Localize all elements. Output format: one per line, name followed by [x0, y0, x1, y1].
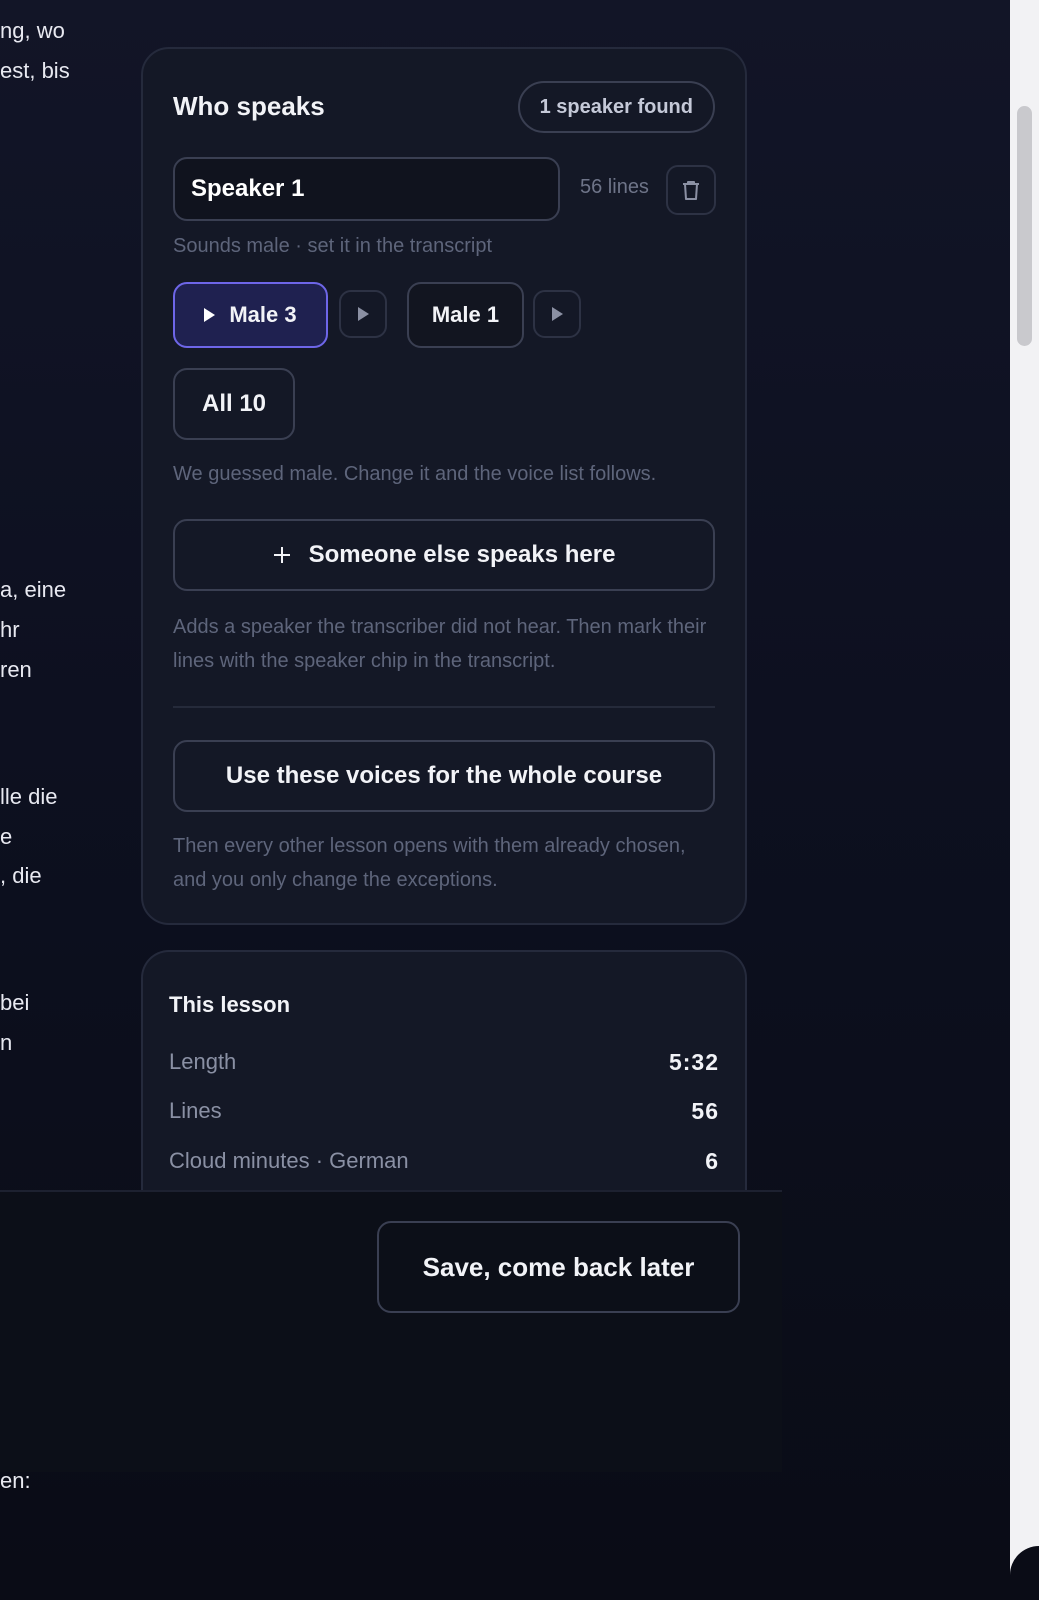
delete-speaker-button[interactable] — [666, 165, 716, 215]
preview-voice-button[interactable] — [339, 290, 387, 338]
speaker-name-input[interactable] — [173, 157, 560, 221]
transcript-fragment: ren — [0, 657, 32, 682]
stat-value-cloud-minutes: 6 — [705, 1148, 719, 1174]
play-icon — [551, 307, 563, 321]
transcript-fragment: e — [0, 824, 13, 849]
transcript-fragment: a, eine — [0, 577, 67, 602]
speaker-count-badge: 1 speaker found — [517, 81, 715, 133]
voice-label: Male 1 — [431, 302, 500, 327]
stat-label-cloud-minutes: Cloud minutes · German — [169, 1148, 409, 1173]
add-speaker-button[interactable]: Someone else speaks here — [173, 519, 715, 591]
stat-label-length: Length — [169, 1049, 237, 1074]
footer-action-bar: Save, come back later — [0, 1190, 782, 1472]
gender-hint: Sounds male · set it in the transcript — [173, 235, 493, 257]
divider — [173, 706, 715, 708]
voice-label: Male 3 — [229, 302, 297, 327]
add-speaker-help: Adds a speaker the transcriber did not h… — [173, 616, 707, 672]
play-icon — [204, 308, 216, 322]
stat-value-length: 5:32 — [668, 1049, 719, 1075]
transcript-fragment: ng, wo — [0, 18, 65, 43]
panel-title: Who speaks — [173, 91, 325, 121]
preview-voice-button[interactable] — [533, 290, 581, 338]
lesson-panel: This lesson Length 5:32 Lines 56 Cloud m… — [141, 950, 747, 1210]
add-speaker-label: Someone else speaks here — [308, 541, 616, 568]
transcript-fragment: hr — [0, 617, 20, 642]
apply-course-button[interactable]: Use these voices for the whole course — [173, 740, 715, 812]
trash-icon — [683, 181, 699, 200]
transcript-fragment: bei — [0, 990, 30, 1015]
stat-label-lines: Lines — [169, 1098, 222, 1123]
speaker-line-count: 56 lines — [580, 176, 649, 198]
save-later-button[interactable]: Save, come back later — [377, 1221, 740, 1313]
plus-icon — [273, 547, 290, 563]
voice-chip-male-1[interactable]: Male 1 — [407, 282, 524, 348]
all-voices-button[interactable]: All 10 — [173, 368, 295, 440]
transcript-fragment: n — [0, 1030, 13, 1055]
scrollbar-thumb[interactable] — [1017, 106, 1032, 346]
stat-value-lines: 56 — [691, 1098, 719, 1124]
play-icon — [357, 307, 369, 321]
transcript-fragment: , die — [0, 863, 42, 888]
lesson-title: This lesson — [169, 992, 291, 1017]
apply-course-help: Then every other lesson opens with them … — [173, 835, 686, 891]
transcript-fragment: en: — [0, 1468, 31, 1493]
voice-chip-male-3[interactable]: Male 3 — [173, 282, 328, 348]
transcript-fragment: est, bis — [0, 58, 70, 83]
speakers-panel: Who speaks 1 speaker found 56 lines Soun… — [141, 47, 747, 925]
guess-note: We guessed male. Change it and the voice… — [173, 463, 657, 485]
transcript-fragment: lle die — [0, 784, 58, 809]
